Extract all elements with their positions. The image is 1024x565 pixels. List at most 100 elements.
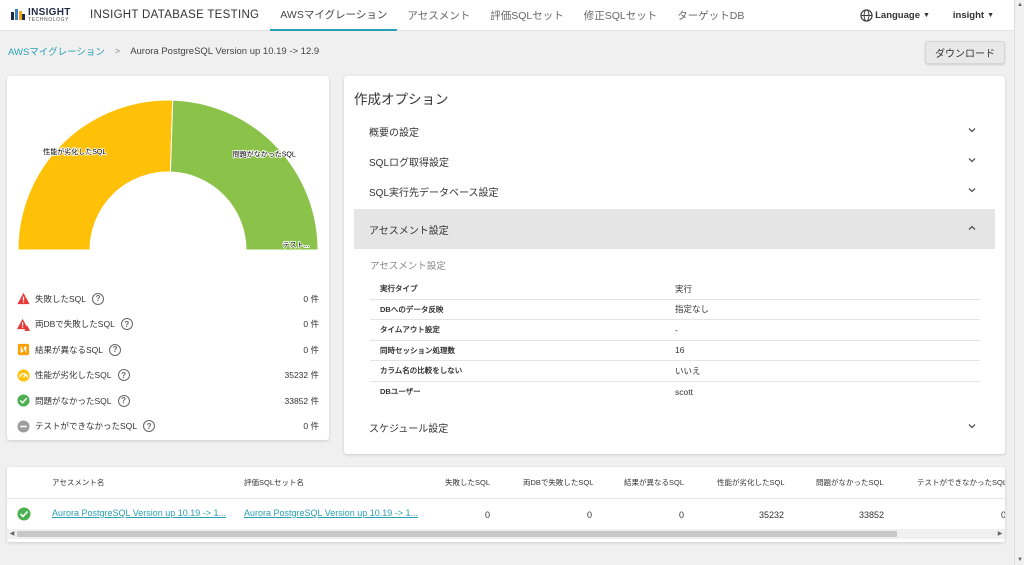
- kv-value: scott: [675, 386, 693, 397]
- kv-row: タイムアウト設定 -: [370, 320, 980, 341]
- main-nav: AWSマイグレーション アセスメント 評価SQLセット 修正SQLセット ターゲ…: [270, 0, 754, 31]
- tab-fix-sql-set[interactable]: 修正SQLセット: [574, 0, 668, 31]
- accordion-overview[interactable]: 概要の設定: [354, 116, 995, 146]
- help-icon[interactable]: ?: [120, 318, 133, 331]
- kv-key: 同時セッション処理数: [380, 345, 455, 355]
- assessment-name-link[interactable]: Aurora PostgreSQL Version up 10.19 -> 1.…: [52, 508, 226, 518]
- stat-label: 両DBで失敗したSQL: [35, 319, 115, 330]
- stat-row-degraded: 性能が劣化したSQL ? 35232 件: [17, 363, 319, 389]
- stat-label: 結果が異なるSQL: [35, 344, 104, 355]
- chevron-down-icon: ▼: [987, 11, 994, 19]
- kv-value: いいえ: [675, 365, 701, 376]
- kv-row: カラム名の比較をしない いいえ: [370, 361, 980, 382]
- assessment-subtitle: アセスメント設定: [370, 261, 446, 272]
- user-menu[interactable]: insight ▼: [953, 10, 994, 21]
- accordion-label: スケジュール設定: [369, 423, 449, 435]
- chevron-down-icon: [968, 128, 976, 133]
- chevron-down-icon: [968, 188, 976, 193]
- globe-icon: [860, 8, 873, 22]
- accordion-sql-log[interactable]: SQLログ取得設定: [354, 146, 995, 176]
- stat-value: 33852 件: [284, 395, 320, 406]
- chevron-down-icon: [968, 424, 976, 429]
- horizontal-scrollbar[interactable]: ◀ ▶: [7, 529, 1005, 539]
- logo-sub-text: TECHNOLOGY: [28, 16, 70, 23]
- tab-assessment[interactable]: アセスメント: [397, 0, 480, 31]
- stat-list: 失敗したSQL ? 0 件 両DBで失敗したSQL ? 0 件 結果が異なるSQ…: [17, 286, 319, 439]
- cell-degraded: 35232: [759, 510, 785, 520]
- assessment-table: アセスメント名 評価SQLセット名 失敗したSQL 両DBで失敗したSQL 結果…: [7, 467, 1005, 542]
- kv-row: DBへのデータ反映 指定なし: [370, 300, 980, 320]
- stat-row-untested: テストができなかったSQL ? 0 件: [17, 414, 319, 440]
- accordion-assessment[interactable]: アセスメント設定: [354, 209, 995, 249]
- chart-slice[interactable]: [17, 99, 174, 251]
- tab-aws-migration[interactable]: AWSマイグレーション: [270, 0, 398, 31]
- stat-label: テストができなかったSQL: [35, 421, 138, 432]
- app-title: INSIGHT DATABASE TESTING: [90, 9, 260, 21]
- logo-mark-icon: [11, 8, 25, 22]
- top-app-bar: INSIGHT TECHNOLOGY INSIGHT DATABASE TEST…: [0, 0, 1014, 31]
- stat-value: 0 件: [303, 421, 319, 432]
- sql-set-name-link[interactable]: Aurora PostgreSQL Version up 10.19 -> 1.…: [244, 508, 418, 518]
- kv-key: 実行タイプ: [380, 284, 418, 294]
- language-label: Language: [875, 9, 920, 21]
- stat-label: 問題がなかったSQL: [35, 395, 112, 406]
- col-header[interactable]: 両DBで失敗したSQL: [523, 477, 593, 488]
- stat-row-both-failed: 両DBで失敗したSQL ? 0 件: [17, 312, 319, 338]
- col-header[interactable]: 評価SQLセット名: [244, 477, 304, 488]
- diff-icon: [17, 344, 30, 356]
- chevron-up-icon: [968, 225, 976, 230]
- assessment-settings-table: 実行タイプ 実行 DBへのデータ反映 指定なし タイムアウト設定 - 同時セッション処…: [370, 279, 980, 402]
- creation-options-card: 作成オプション 概要の設定 SQLログ取得設定 SQL実行先データベース設定 ア…: [344, 76, 1005, 454]
- col-header[interactable]: 性能が劣化したSQL: [717, 477, 785, 488]
- accordion-sql-db[interactable]: SQL実行先データベース設定: [354, 176, 995, 206]
- help-icon[interactable]: ?: [109, 343, 122, 356]
- scroll-up-icon[interactable]: ▲: [1015, 0, 1024, 10]
- chart-slice-label: 性能が劣化したSQL: [43, 147, 106, 156]
- minus-icon: [17, 420, 30, 433]
- chart-slice[interactable]: [169, 99, 319, 251]
- help-icon[interactable]: ?: [117, 369, 130, 382]
- stat-label: 性能が劣化したSQL: [35, 370, 112, 381]
- scroll-right-icon[interactable]: ▶: [995, 529, 1005, 539]
- col-header[interactable]: 問題がなかったSQL: [816, 477, 884, 488]
- kv-key: カラム名の比較をしない: [380, 366, 463, 376]
- help-icon[interactable]: ?: [92, 292, 105, 305]
- speed-icon: [17, 369, 30, 382]
- vertical-scrollbar[interactable]: ▲ ▼: [1014, 0, 1024, 565]
- cell-diff: 0: [679, 510, 685, 520]
- accordion-label: SQL実行先データベース設定: [369, 187, 499, 199]
- tab-eval-sql-set[interactable]: 評価SQLセット: [480, 0, 574, 31]
- scroll-down-icon[interactable]: ▼: [1015, 555, 1024, 565]
- col-header[interactable]: 失敗したSQL: [445, 477, 490, 488]
- accordion-schedule[interactable]: スケジュール設定: [354, 412, 995, 442]
- breadcrumb-parent-link[interactable]: AWSマイグレーション: [8, 44, 105, 58]
- download-button[interactable]: ダウンロード: [925, 41, 1005, 64]
- options-title: 作成オプション: [354, 92, 449, 107]
- col-header[interactable]: 結果が異なるSQL: [624, 477, 684, 488]
- help-icon[interactable]: ?: [117, 394, 130, 407]
- help-icon[interactable]: ?: [143, 420, 156, 433]
- kv-key: DBへのデータ反映: [380, 304, 444, 314]
- error-triangle-icon: [17, 293, 30, 305]
- scrollbar-thumb[interactable]: [17, 531, 897, 537]
- double-error-icon: [17, 318, 30, 331]
- cell-untested: 0: [1001, 510, 1005, 520]
- scroll-left-icon[interactable]: ◀: [7, 529, 17, 539]
- summary-card: 結果が...性能が劣化したSQL問題がなかったSQLテスト... 失敗したSQL…: [7, 76, 329, 440]
- half-donut-chart: 結果が...性能が劣化したSQL問題がなかったSQLテスト...: [17, 99, 319, 251]
- tab-target-db[interactable]: ターゲットDB: [667, 0, 754, 31]
- table-row[interactable]: Aurora PostgreSQL Version up 10.19 -> 1.…: [7, 500, 1005, 528]
- cell-ok: 33852: [859, 510, 885, 520]
- col-header[interactable]: テストができなかったSQL: [917, 477, 1005, 488]
- chevron-down-icon: [968, 158, 976, 163]
- stat-value: 35232 件: [284, 370, 320, 381]
- kv-row: DBユーザー scott: [370, 382, 980, 403]
- breadcrumb-current: Aurora PostgreSQL Version up 10.19 -> 12…: [130, 45, 320, 57]
- stat-row-ok: 問題がなかったSQL ? 33852 件: [17, 388, 319, 414]
- check-icon: [17, 507, 31, 521]
- chart-slice-label: テスト...: [283, 241, 310, 249]
- stat-value: 0 件: [303, 293, 319, 304]
- cell-both-failed: 0: [587, 510, 593, 520]
- language-menu[interactable]: Language ▼: [860, 8, 930, 22]
- col-header[interactable]: アセスメント名: [52, 477, 104, 488]
